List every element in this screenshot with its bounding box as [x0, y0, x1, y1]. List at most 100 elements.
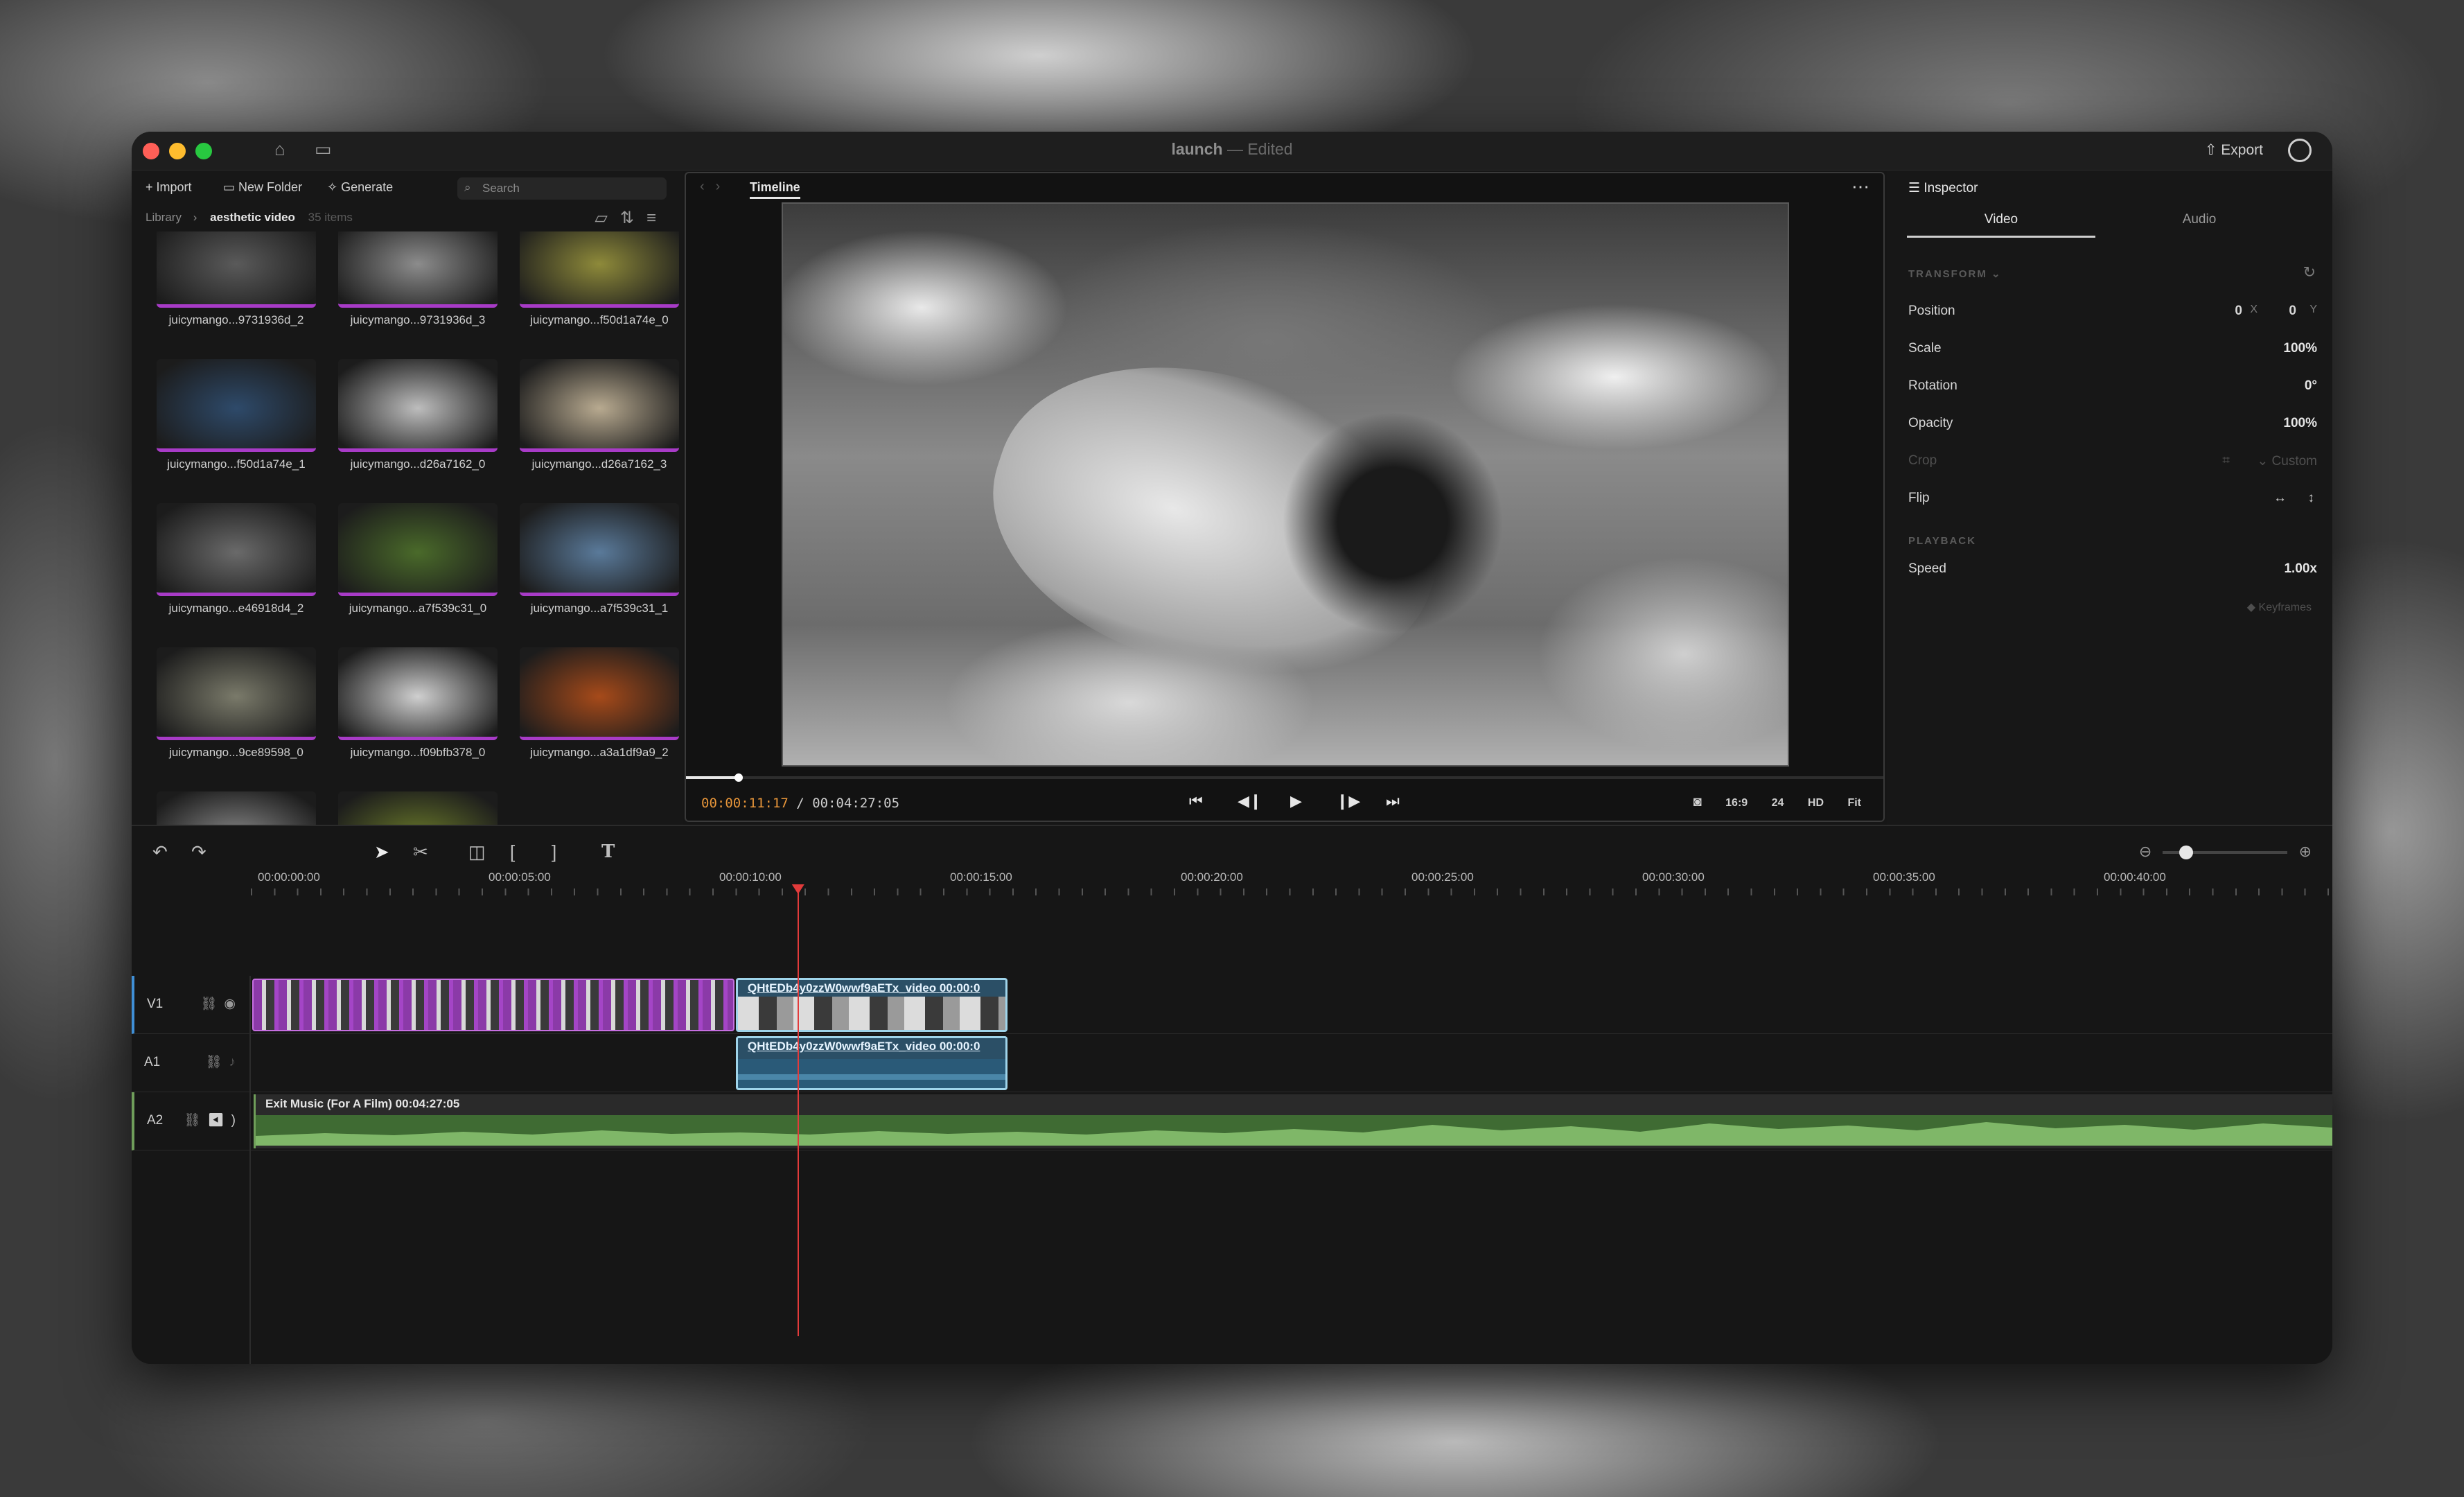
media-thumbnail[interactable] [520, 647, 679, 740]
time-ruler[interactable]: 00:00:00:00 00:00:05:00 00:00:10:00 00:00:1… [251, 869, 2332, 897]
zoom-out-icon[interactable]: ⊖ [2139, 843, 2151, 860]
tab-video[interactable]: Video [1907, 212, 2095, 238]
filter-icon[interactable]: ≡ [646, 209, 669, 227]
more-options-icon[interactable]: ⋯ [1851, 176, 1869, 198]
scrubber-handle[interactable] [734, 773, 743, 782]
audio-clip-label: QHtEDb4y0zzW0wwf9aETx_video 00:00:0 [738, 1038, 1005, 1055]
media-thumbnail[interactable] [338, 231, 498, 308]
new-folder-button[interactable]: ▭ New Folder [223, 180, 302, 195]
import-button[interactable]: + Import [146, 180, 192, 195]
media-thumbnail[interactable] [157, 647, 316, 740]
breadcrumb-current: aesthetic video [210, 211, 295, 224]
track-header-a2[interactable]: A2 ⛓◀) [132, 1092, 251, 1150]
razor-tool-icon[interactable]: ✂ [413, 841, 428, 863]
opacity-label: Opacity [1908, 416, 1953, 430]
crop-dropdown[interactable]: ⌄ Custom [2257, 453, 2317, 469]
lane-a2: Exit Music (For A Film) 00:04:27:05 [251, 1092, 2332, 1150]
media-thumbnail[interactable] [338, 503, 498, 596]
speed-field[interactable]: 1.00x [2284, 561, 2317, 577]
diamond-icon: ◆ [2246, 602, 2256, 613]
viewer-scrubber[interactable] [686, 773, 1883, 782]
link-icon[interactable]: ⛓ [200, 997, 224, 1011]
media-thumbnail[interactable] [520, 503, 679, 596]
flip-horizontal-icon[interactable]: ↔ [2273, 491, 2287, 506]
quality-button[interactable]: HD [1808, 797, 1824, 809]
fps-button[interactable]: 24 [1772, 797, 1784, 809]
position-x-unit: X [2250, 304, 2258, 315]
generate-button[interactable]: ✧ Generate [327, 180, 393, 195]
image-sequence-clips[interactable] [252, 979, 734, 1031]
step-forward-icon[interactable]: ❙▶ [1336, 792, 1360, 810]
position-x-field[interactable]: 0 [2235, 304, 2242, 319]
search-input[interactable]: ⌕ Search [457, 177, 667, 200]
media-thumbnail[interactable] [338, 647, 498, 740]
media-thumbnail[interactable] [520, 359, 679, 452]
tab-timeline[interactable]: Timeline [750, 180, 800, 199]
select-tool-icon[interactable]: ➤ [374, 841, 389, 863]
library-view-controls: ▱⇅≡ [595, 208, 669, 228]
playhead[interactable] [797, 886, 799, 1336]
opacity-field[interactable]: 100% [2283, 416, 2317, 431]
inspector-icon: ☰ [1908, 181, 1921, 195]
chevron-right-icon[interactable]: › [716, 179, 732, 194]
step-back-icon[interactable]: ◀❙ [1238, 792, 1262, 810]
undo-icon[interactable]: ↶ [152, 841, 168, 863]
video-preview-frame[interactable] [782, 202, 1789, 767]
audio-clip-name: QHtEDb4y0zzW0wwf9aETx_video [748, 1040, 937, 1053]
snapshot-camera-icon[interactable]: ◙ [1693, 794, 1702, 809]
linked-audio-clip[interactable]: QHtEDb4y0zzW0wwf9aETx_video 00:00:0 [736, 1036, 1007, 1090]
zoom-slider[interactable] [2163, 846, 2288, 860]
account-avatar[interactable] [2288, 139, 2312, 162]
keyframes-button[interactable]: ◆ Keyframes [2247, 600, 2312, 614]
media-item-name: juicymango...f50d1a74e_0 [530, 313, 669, 326]
play-icon[interactable]: ▶ [1290, 792, 1302, 810]
text-tool-icon[interactable]: T [601, 841, 615, 862]
zoom-slider-handle[interactable] [2179, 846, 2194, 860]
rotation-field[interactable]: 0° [2305, 378, 2317, 394]
trim-end-icon[interactable]: ] [552, 841, 556, 863]
tab-audio[interactable]: Audio [2105, 212, 2294, 236]
skip-to-start-icon[interactable]: ⏮ [1189, 792, 1203, 810]
export-button[interactable]: ⇧ Export [2205, 141, 2263, 159]
trim-start-icon[interactable]: [ [510, 841, 515, 863]
sort-icon[interactable]: ⇅ [620, 209, 646, 227]
chevron-left-icon[interactable]: ‹ [700, 179, 716, 194]
track-header-a1[interactable]: A1 ⛓♪ [132, 1034, 251, 1092]
transform-section-header[interactable]: TRANSFORM ⌄ [1908, 268, 2002, 280]
timeline-panel: ↶ ↷ ➤ ✂ ◫ [ ] T ⊖ ⊕ 00:00:00:00 00:00:05:… [132, 825, 2332, 1364]
title-separator: — [1226, 140, 1243, 158]
flip-vertical-icon[interactable]: ↕ [2308, 491, 2315, 506]
project-status: Edited [1247, 140, 1293, 158]
reset-icon[interactable]: ↻ [2303, 263, 2316, 281]
music-clip[interactable]: Exit Music (For A Film) 00:04:27:05 [254, 1094, 2332, 1148]
playback-section-header: PLAYBACK [1908, 535, 1976, 547]
breadcrumb-root[interactable]: Library [146, 211, 182, 224]
track-header-v1[interactable]: V1 ⛓◉ [132, 976, 251, 1034]
mute-icon[interactable]: ♪ [229, 1055, 243, 1069]
skip-to-end-icon[interactable]: ⏭ [1386, 792, 1400, 810]
media-thumbnail[interactable] [157, 231, 316, 308]
position-y-field[interactable]: 0 [2289, 304, 2296, 319]
eye-icon[interactable]: ◉ [224, 997, 243, 1011]
folder-icon[interactable]: ▱ [595, 209, 619, 227]
crop-label: Crop [1908, 453, 1937, 468]
media-thumbnail[interactable] [157, 359, 316, 452]
media-thumbnail[interactable] [157, 503, 316, 596]
media-thumbnail[interactable] [338, 359, 498, 452]
crop-icon[interactable]: ⌗ [2222, 453, 2230, 469]
fit-button[interactable]: Fit [1847, 797, 1861, 809]
preview-viewer: ‹› Timeline ⋯ 00:00:11:17 / 00:04:27:05 … [685, 172, 1885, 822]
zoom-in-icon[interactable]: ⊕ [2299, 843, 2312, 860]
track-name: A1 [144, 1055, 161, 1069]
split-icon[interactable]: ◫ [468, 841, 486, 863]
redo-icon[interactable]: ↷ [191, 841, 206, 863]
speaker-icon[interactable]: ◀) [208, 1113, 243, 1128]
aspect-ratio-button[interactable]: 16:9 [1725, 797, 1748, 809]
link-icon[interactable]: ⛓ [184, 1113, 207, 1128]
media-thumbnail[interactable] [520, 231, 679, 308]
media-thumbnail[interactable] [338, 791, 498, 825]
link-icon[interactable]: ⛓ [205, 1055, 229, 1069]
scale-field[interactable]: 100% [2283, 341, 2317, 356]
media-thumbnail[interactable] [157, 791, 316, 825]
video-clip[interactable]: QHtEDb4y0zzW0wwf9aETx_video 00:00:0 [736, 978, 1007, 1032]
